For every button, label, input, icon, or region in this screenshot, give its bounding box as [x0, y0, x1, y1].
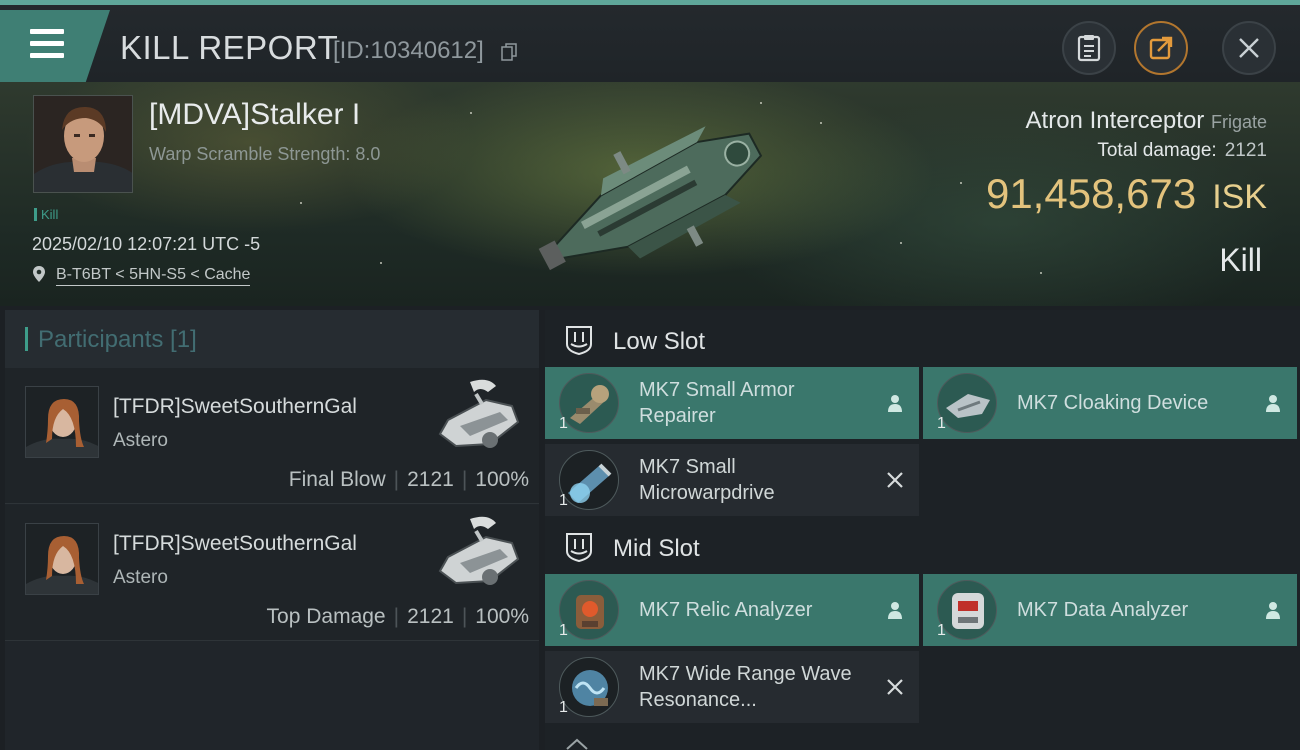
mid-slot-title: Mid Slot: [613, 535, 700, 562]
relic-analyzer-icon: [559, 580, 619, 640]
wave-resonance-icon: [559, 657, 619, 717]
person-icon: [888, 602, 902, 619]
module-item[interactable]: 1 MK7 Small Armor Repairer: [545, 367, 919, 439]
person-icon: [1266, 602, 1280, 619]
share-icon: [1149, 36, 1173, 60]
location-link[interactable]: B-T6BT < 5HN-S5 < Cache: [56, 266, 251, 286]
clipboard-button[interactable]: [1062, 21, 1116, 75]
menu-button[interactable]: [0, 10, 110, 82]
participant-name: [TFDR]SweetSouthernGal: [113, 395, 357, 418]
low-slot-title: Low Slot: [613, 328, 706, 355]
share-button[interactable]: [1134, 21, 1188, 75]
clipboard-icon: [1077, 35, 1101, 62]
armor-repairer-icon: [559, 373, 619, 433]
close-icon: [1239, 38, 1259, 58]
kill-banner: [MDVA]Stalker I Warp Scramble Strength: …: [0, 82, 1300, 306]
victim-ship-class: Frigate: [1210, 112, 1267, 132]
module-quantity: 1: [559, 415, 568, 432]
participant-damage: 2121: [407, 468, 454, 491]
participant-avatar: [25, 523, 99, 595]
participant-name: [TFDR]SweetSouthernGal: [113, 532, 357, 555]
module-quantity: 1: [559, 699, 568, 716]
victim-ship-name: Atron Interceptor: [1025, 107, 1205, 134]
kill-tag: Kill: [34, 207, 58, 222]
participants-header: Participants [1]: [5, 310, 539, 368]
victim-ship-image: [538, 126, 763, 271]
low-slot-header: Low Slot: [545, 312, 1300, 368]
module-item[interactable]: 1 MK7 Data Analyzer: [923, 574, 1297, 646]
participants-panel: Participants [1] [TFDR]SweetSouthernGal …: [5, 310, 539, 750]
participant-role: Final Blow: [288, 468, 386, 491]
participant-stats: Top Damage | 2121 | 100%: [266, 605, 529, 628]
module-quantity: 1: [559, 492, 568, 509]
module-quantity: 1: [559, 622, 568, 639]
module-quantity: 1: [937, 622, 946, 639]
isk-amount: 91,458,673: [985, 170, 1197, 217]
participant-ship: Astero: [113, 567, 168, 588]
x-icon: [887, 679, 903, 695]
x-icon: [887, 472, 903, 488]
participant-damage: 2121: [407, 605, 454, 628]
module-name: MK7 Small Armor Repairer: [639, 379, 795, 427]
participant-percent: 100%: [475, 605, 529, 628]
participant-ship-image: [438, 516, 520, 585]
module-item[interactable]: 1 MK7 Wide Range Wave Resonance...: [545, 651, 919, 723]
victim-portrait: [33, 95, 133, 193]
result-label: Kill: [1219, 242, 1262, 278]
participant-row[interactable]: [TFDR]SweetSouthernGal Astero Top Damage…: [5, 505, 539, 641]
microwarpdrive-icon: [559, 450, 619, 510]
participant-stats: Final Blow | 2121 | 100%: [288, 468, 529, 491]
module-name: MK7 Small Microwarpdrive: [639, 456, 775, 504]
victim-ship: Atron Interceptor Frigate: [1026, 107, 1267, 135]
kill-datetime: 2025/02/10 12:07:21 UTC -5: [32, 234, 261, 254]
isk-value: 91,458,673 ISK: [986, 170, 1267, 218]
participant-ship-image: [438, 379, 520, 448]
participant-ship: Astero: [113, 430, 168, 451]
copy-icon[interactable]: [501, 43, 517, 61]
module-item[interactable]: 1 MK7 Cloaking Device: [923, 367, 1297, 439]
module-quantity: 1: [937, 415, 946, 432]
module-name: MK7 Wide Range Wave Resonance...: [639, 663, 852, 711]
victim-pilot-name: [MDVA]Stalker I: [149, 98, 361, 131]
module-name: MK7 Data Analyzer: [1017, 599, 1189, 621]
close-button[interactable]: [1222, 21, 1276, 75]
module-name: MK7 Cloaking Device: [1017, 392, 1209, 414]
module-item[interactable]: 1 MK7 Small Microwarpdrive: [545, 444, 919, 516]
location-pin-icon: [33, 266, 45, 282]
fitting-panel: Low Slot 1 MK7 Small Armor Repairer 1 MK…: [545, 310, 1300, 750]
participant-percent: 100%: [475, 468, 529, 491]
mid-slot-header: Mid Slot: [545, 519, 1300, 575]
cloaking-device-icon: [937, 373, 997, 433]
person-icon: [1266, 395, 1280, 412]
report-id: [ID:10340612]: [333, 37, 484, 64]
participants-title: Participants [1]: [25, 326, 197, 354]
total-damage-label: Total damage:: [1097, 140, 1217, 161]
total-damage: Total damage: 2121: [1097, 140, 1267, 162]
total-damage-value: 2121: [1224, 140, 1267, 161]
mid-slot-icon: [566, 533, 592, 563]
data-analyzer-icon: [937, 580, 997, 640]
participant-row[interactable]: [TFDR]SweetSouthernGal Astero Final Blow…: [5, 368, 539, 504]
isk-unit: ISK: [1212, 178, 1267, 216]
warp-scramble-strength: Warp Scramble Strength: 8.0: [149, 144, 381, 164]
module-name: MK7 Relic Analyzer: [639, 599, 813, 621]
top-bar: KILL REPORT [ID:10340612]: [0, 0, 1300, 82]
chevron-up-icon[interactable]: [565, 738, 589, 750]
person-icon: [888, 395, 902, 412]
participant-avatar: [25, 386, 99, 458]
page-title: KILL REPORT: [120, 29, 339, 66]
low-slot-icon: [566, 326, 592, 356]
participant-role: Top Damage: [266, 605, 386, 628]
module-item[interactable]: 1 MK7 Relic Analyzer: [545, 574, 919, 646]
